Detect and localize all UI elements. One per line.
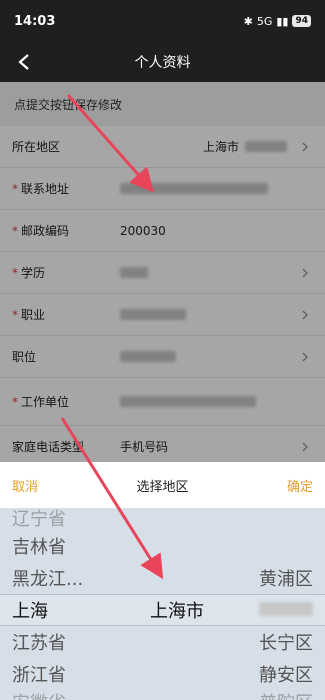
district-option[interactable]: 普陀区 [232, 689, 313, 700]
nav-bar: 个人资料 [0, 42, 325, 82]
education-row[interactable]: * 学历 [0, 252, 325, 294]
address-label: 联系地址 [21, 182, 70, 196]
page-title: 个人资料 [134, 55, 191, 71]
status-icons: ✱ 5G ▮▮ 94 [244, 15, 311, 28]
status-time: 14:03 [14, 13, 56, 29]
chevron-right-icon [302, 442, 308, 451]
postcode-label: 邮政编码 [21, 224, 70, 238]
signal-icon: 5G [256, 14, 273, 28]
occupation-row[interactable]: * 职业 [0, 294, 325, 336]
profile-form: 点提交按钮保存修改 所在地区 上海市 * 联系地址 * 邮政编码 200030 * 学… [0, 82, 325, 468]
signal-bars-icon: ▮▮ [276, 14, 289, 28]
province-option[interactable]: 江苏省 [12, 629, 122, 655]
back-button[interactable] [12, 50, 36, 74]
save-hint: 点提交按钮保存修改 [0, 82, 325, 126]
position-value-redacted [120, 351, 176, 362]
phone-type-label: 家庭电话类型 [12, 440, 85, 454]
region-row[interactable]: 所在地区 上海市 [0, 126, 325, 168]
province-option[interactable]: 浙江省 [12, 661, 122, 687]
chevron-right-icon [302, 310, 308, 319]
province-option[interactable]: 黑龙江... [12, 565, 122, 591]
cancel-button[interactable]: 取消 [12, 476, 38, 495]
phone-type-value: 手机号码 [120, 440, 169, 454]
picker-header: 取消 选择地区 确定 [0, 462, 325, 508]
postcode-row[interactable]: * 邮政编码 200030 [0, 210, 325, 252]
picker-row[interactable]: 江苏省 长宁区 [0, 626, 325, 658]
position-row[interactable]: 职位 [0, 336, 325, 378]
postcode-value: 200030 [120, 223, 166, 238]
region-picker: 取消 选择地区 确定 辽宁省 吉林省 黑龙江... 黄浦区 上海 上海市 江苏省… [0, 462, 325, 700]
picker-row[interactable]: 吉林省 [0, 530, 325, 562]
picker-selected-row[interactable]: 上海 上海市 [0, 594, 325, 626]
city-selected[interactable]: 上海市 [122, 597, 232, 623]
province-selected[interactable]: 上海 [12, 597, 122, 623]
occupation-label: 职业 [21, 308, 46, 322]
battery-icon: 94 [292, 15, 311, 27]
chevron-left-icon [18, 54, 29, 70]
education-label: 学历 [21, 266, 46, 280]
region-value: 上海市 [202, 140, 239, 154]
picker-wheel[interactable]: 辽宁省 吉林省 黑龙江... 黄浦区 上海 上海市 江苏省 长宁区 浙江省 静安… [0, 508, 325, 700]
picker-row[interactable]: 安徽省 普陀区 [0, 686, 325, 700]
address-row[interactable]: * 联系地址 [0, 168, 325, 210]
picker-title: 选择地区 [136, 479, 189, 495]
occupation-value-redacted [120, 309, 186, 320]
district-option[interactable]: 静安区 [232, 661, 313, 687]
province-option[interactable]: 安徽省 [12, 689, 122, 700]
chevron-right-icon [302, 268, 308, 277]
bluetooth-icon: ✱ [243, 14, 253, 28]
district-selected-redacted[interactable] [232, 600, 313, 621]
province-option[interactable]: 辽宁省 [12, 508, 122, 531]
picker-row[interactable]: 黑龙江... 黄浦区 [0, 562, 325, 594]
region-district-redacted [245, 141, 287, 152]
confirm-button[interactable]: 确定 [287, 476, 313, 495]
position-label: 职位 [12, 350, 37, 364]
company-label: 工作单位 [21, 395, 70, 409]
status-bar: 14:03 ✱ 5G ▮▮ 94 [0, 0, 325, 42]
region-label: 所在地区 [12, 140, 61, 154]
company-value-redacted [120, 396, 256, 407]
district-option[interactable]: 长宁区 [232, 629, 313, 655]
company-row[interactable]: * 工作单位 [0, 378, 325, 426]
address-value-redacted [120, 183, 268, 194]
province-option[interactable]: 吉林省 [12, 533, 122, 559]
chevron-right-icon [302, 352, 308, 361]
district-option[interactable]: 黄浦区 [232, 565, 313, 591]
chevron-right-icon [302, 142, 308, 151]
education-value-redacted [120, 267, 148, 278]
